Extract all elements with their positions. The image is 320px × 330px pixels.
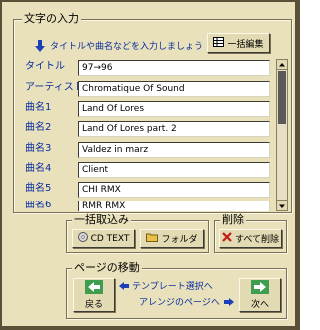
cd-text-label: CD TEXT	[90, 233, 130, 244]
track6-label: 曲名6	[25, 201, 52, 210]
delete-x-icon	[222, 232, 232, 245]
next-button[interactable]: 次へ	[239, 278, 281, 312]
track4-label: 曲名4	[25, 163, 52, 174]
left-arrow-icon	[85, 280, 103, 297]
right-arrow-icon	[251, 280, 269, 297]
track5-field[interactable]: CHI RMX	[78, 182, 270, 198]
delete-group-title: 削除	[220, 213, 246, 226]
folder-icon	[146, 232, 159, 245]
app-window: 文字の入力 タイトルや曲名などを入力しましょう 一括編集 タイトル 97→96 …	[0, 0, 300, 330]
folder-button[interactable]: フォルダ	[140, 229, 204, 248]
scroll-down-button[interactable]	[277, 200, 287, 210]
text-input-group-title: 文字の入力	[22, 12, 81, 25]
title-field[interactable]: 97→96	[78, 60, 270, 76]
track5-label: 曲名5	[25, 183, 52, 194]
grid-icon	[213, 36, 225, 50]
delete-all-label: すべて削除	[234, 235, 279, 245]
back-label: 戻る	[84, 300, 103, 310]
track4-field[interactable]: Client	[78, 162, 270, 178]
cd-text-button[interactable]: CD TEXT	[72, 229, 135, 248]
fields-scrollbar[interactable]	[276, 59, 288, 211]
page-nav-title: ページの移動	[72, 261, 142, 274]
track1-field[interactable]: Land Of Lores	[78, 101, 270, 117]
scroll-thumb[interactable]	[278, 71, 286, 124]
folder-label: フォルダ	[161, 235, 198, 245]
delete-all-button[interactable]: すべて削除	[219, 229, 282, 248]
left-small-arrow-icon	[119, 280, 129, 293]
next-hint-text: アレンジのページへ	[139, 298, 220, 308]
back-hint-text: テンプレート選択へ	[132, 282, 213, 292]
track3-label: 曲名3	[25, 143, 52, 154]
batch-import-title: 一括取込み	[72, 213, 131, 226]
track3-field[interactable]: Valdez in marz	[78, 142, 270, 158]
track1-label: 曲名1	[25, 102, 52, 113]
track6-clip: 曲名6 RMR RMX	[2, 201, 274, 211]
scroll-down-icon	[279, 204, 285, 208]
batch-edit-label: 一括編集	[227, 39, 264, 50]
main-panel: 文字の入力 タイトルや曲名などを入力しましょう 一括編集 タイトル 97→96 …	[2, 2, 295, 326]
batch-edit-button[interactable]: 一括編集	[207, 33, 270, 53]
scroll-up-icon	[279, 63, 285, 67]
artist-field[interactable]: Chromatique Of Sound	[78, 81, 270, 97]
input-hint-text: タイトルや曲名などを入力しましょう	[50, 42, 204, 52]
track2-field[interactable]: Land Of Lores part. 2	[78, 121, 270, 137]
next-label: 次へ	[250, 300, 269, 310]
cd-icon	[77, 232, 88, 245]
track2-label: 曲名2	[25, 122, 52, 133]
artist-label: アーティスト名	[25, 82, 94, 93]
right-small-arrow-icon	[224, 296, 234, 309]
back-button[interactable]: 戻る	[73, 278, 115, 312]
down-arrow-icon	[35, 40, 45, 55]
scroll-up-button[interactable]	[277, 60, 287, 70]
title-label: タイトル	[25, 61, 65, 72]
track6-field[interactable]: RMR RMX	[78, 201, 270, 211]
